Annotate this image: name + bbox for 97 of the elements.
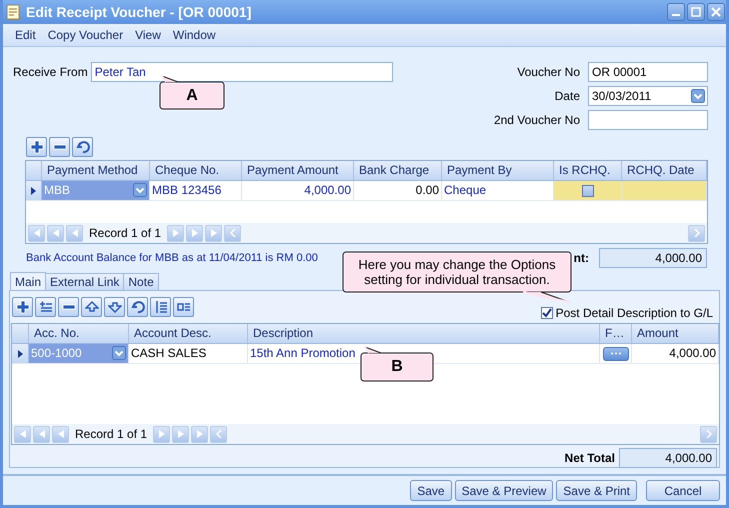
ellipsis-icon <box>610 352 622 355</box>
table-cell: MBB 123456 <box>150 181 242 200</box>
right-arrow-icon <box>190 229 199 237</box>
right-chevron-icon <box>692 229 700 237</box>
action-button[interactable]: Save & Preview <box>454 480 554 501</box>
tab[interactable]: Note <box>123 273 159 290</box>
text-field[interactable]: OR 00001 <box>588 62 708 82</box>
plus-icon <box>16 300 30 314</box>
maximize-button[interactable] <box>687 3 705 21</box>
remove-button[interactable] <box>58 297 79 317</box>
left-arrow-icon <box>52 229 60 237</box>
left-arrow-icon <box>18 430 26 438</box>
remove-button[interactable] <box>49 137 70 157</box>
column-header[interactable]: Account Desc. <box>129 324 248 343</box>
close-icon <box>711 7 721 17</box>
column-header[interactable]: Amount <box>632 324 719 343</box>
undo-icon <box>76 140 90 154</box>
callout: Here you may change the Options setting for individual transaction. <box>341 250 573 304</box>
checkbox-label: Post Detail Description to G/L <box>556 306 713 320</box>
minimize-button[interactable] <box>667 3 685 21</box>
right-arrow-icon <box>172 229 180 237</box>
current-row-icon <box>18 350 22 358</box>
plus-icon <box>30 140 44 154</box>
right-arrow-icon <box>196 430 204 438</box>
receive-from-label: Receive From <box>13 64 88 81</box>
left-arrow-icon <box>32 229 40 237</box>
column-header[interactable]: Payment Method <box>42 161 150 180</box>
right-arrow-icon <box>210 229 218 237</box>
field-label: 2nd Voucher No <box>494 112 580 129</box>
column-header[interactable]: F… <box>600 324 632 343</box>
up-arrow-icon <box>84 300 98 314</box>
receive-from-field[interactable]: Peter Tan <box>90 62 393 82</box>
action-button[interactable]: Cancel <box>646 480 720 501</box>
column-header[interactable]: Bank Charge <box>354 161 442 180</box>
current-row-icon <box>31 186 36 194</box>
date-picker[interactable]: 30/03/2011 <box>588 86 708 106</box>
right-arrow-icon <box>176 430 185 438</box>
more-button[interactable] <box>602 346 628 360</box>
down-arrow-icon <box>108 300 122 314</box>
undo-button[interactable] <box>127 297 148 317</box>
maximize-icon <box>691 7 701 17</box>
column-header[interactable]: Description <box>248 324 600 343</box>
document-icon <box>6 4 20 20</box>
list-icon <box>154 300 168 314</box>
insert-button[interactable] <box>35 297 56 317</box>
list-button[interactable] <box>150 297 171 317</box>
menu-item[interactable]: Window <box>166 28 222 42</box>
menu-item[interactable]: View <box>129 28 167 42</box>
tab[interactable]: External Link <box>45 273 124 290</box>
window-title: Edit Receipt Voucher - [OR 00001] <box>26 4 252 20</box>
menu-item[interactable]: Edit <box>9 28 42 42</box>
column-header[interactable]: Acc. No. <box>29 324 129 343</box>
undo-icon <box>130 300 144 314</box>
balance-note: Bank Account Balance for MBB as at 11/04/2011 is RM 0.00 <box>26 252 318 264</box>
add-button[interactable] <box>12 297 33 317</box>
column-header[interactable]: Payment By <box>442 161 554 180</box>
table-cell: 4,000.00 <box>632 344 719 363</box>
left-arrow-icon <box>38 430 46 438</box>
move-down-button[interactable] <box>104 297 125 317</box>
checkbox[interactable] <box>582 184 594 196</box>
column-header[interactable]: RCHQ. Date <box>622 161 707 180</box>
left-arrow-icon <box>56 430 64 438</box>
close-button[interactable] <box>707 3 725 21</box>
detail-button[interactable] <box>173 297 194 317</box>
insert-row-icon <box>38 300 52 314</box>
tab[interactable]: Main <box>10 272 46 290</box>
dropdown-icon <box>691 89 705 103</box>
text-field[interactable] <box>588 110 708 130</box>
record-counter: Record 1 of 1 <box>74 427 148 441</box>
dropdown-icon <box>112 346 126 360</box>
undo-button[interactable] <box>72 137 93 157</box>
left-chevron-icon <box>214 430 223 438</box>
left-arrow-icon <box>70 229 78 237</box>
left-chevron-icon <box>228 229 237 237</box>
action-button[interactable]: Save <box>410 480 452 501</box>
add-button[interactable] <box>26 137 47 157</box>
checkbox[interactable] <box>540 307 553 319</box>
column-header[interactable]: Payment Amount <box>242 161 354 180</box>
amount-label: nt: <box>574 251 589 265</box>
field-label: Voucher No <box>516 64 580 81</box>
column-header[interactable]: Is RCHQ. <box>554 161 622 180</box>
right-arrow-icon <box>158 430 166 438</box>
minimize-icon <box>672 14 680 16</box>
action-button[interactable]: Save & Print <box>556 480 637 501</box>
net-total-field: 4,000.00 <box>619 448 717 468</box>
table-cell: CASH SALES <box>129 344 248 363</box>
move-up-button[interactable] <box>81 297 102 317</box>
field-label: Date <box>554 88 580 105</box>
record-counter: Record 1 of 1 <box>88 226 162 240</box>
column-header[interactable]: Cheque No. <box>150 161 242 180</box>
amount-field: 4,000.00 <box>599 248 707 268</box>
dropdown-icon <box>133 183 147 197</box>
table-cell: 4,000.00 <box>242 181 354 200</box>
net-total-label: Net Total <box>564 451 615 465</box>
right-chevron-icon <box>704 430 712 438</box>
table-cell: 0.00 <box>354 181 442 200</box>
menu-item[interactable]: Copy Voucher <box>42 28 130 42</box>
